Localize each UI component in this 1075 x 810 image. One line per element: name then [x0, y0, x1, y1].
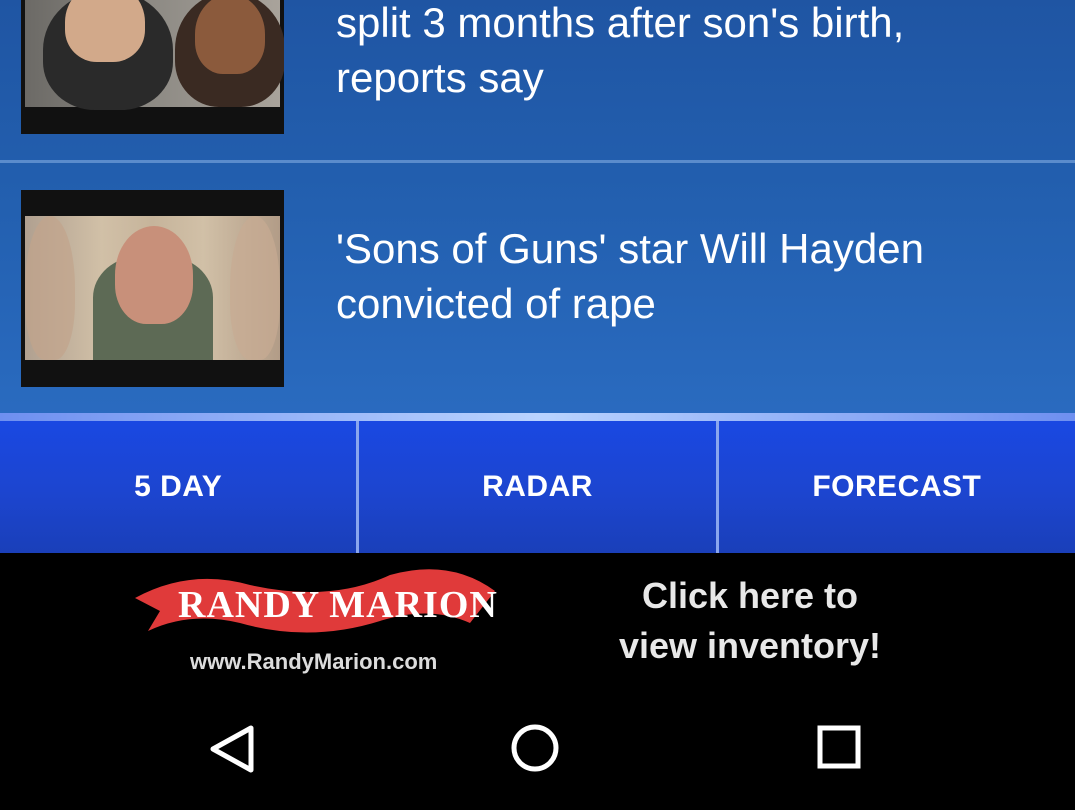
recent-apps-square-icon[interactable]	[799, 714, 879, 784]
news-list: split 3 months after son's birth, report…	[0, 0, 1075, 420]
randy-marion-logo: RANDY MARION	[135, 569, 498, 633]
news-item[interactable]: 'Sons of Guns' star Will Hayden convicte…	[0, 163, 1075, 413]
news-headline[interactable]: split 3 months after son's birth, report…	[336, 0, 1036, 105]
news-headline[interactable]: 'Sons of Guns' star Will Hayden convicte…	[336, 221, 1036, 331]
news-thumbnail[interactable]	[21, 0, 284, 134]
tab-5-day[interactable]: 5 DAY	[0, 421, 357, 553]
news-thumbnail[interactable]	[21, 190, 284, 387]
svg-text:RANDY MARION: RANDY MARION	[178, 584, 498, 626]
news-item[interactable]: split 3 months after son's birth, report…	[0, 0, 1075, 161]
news-photo	[25, 0, 284, 110]
home-circle-icon[interactable]	[495, 714, 575, 784]
ad-banner[interactable]: RANDY MARION www.RandyMarion.com Click h…	[0, 553, 1075, 690]
tab-forecast[interactable]: FORECAST	[715, 421, 1075, 553]
android-nav-bar	[0, 690, 1075, 810]
ad-cta[interactable]: Click here to view inventory!	[600, 571, 900, 671]
ad-url: www.RandyMarion.com	[190, 649, 438, 674]
tab-radar[interactable]: RADAR	[356, 421, 716, 553]
back-triangle-icon[interactable]	[193, 714, 273, 784]
news-photo	[25, 216, 280, 360]
weather-tab-bar: 5 DAY RADAR FORECAST	[0, 421, 1075, 553]
